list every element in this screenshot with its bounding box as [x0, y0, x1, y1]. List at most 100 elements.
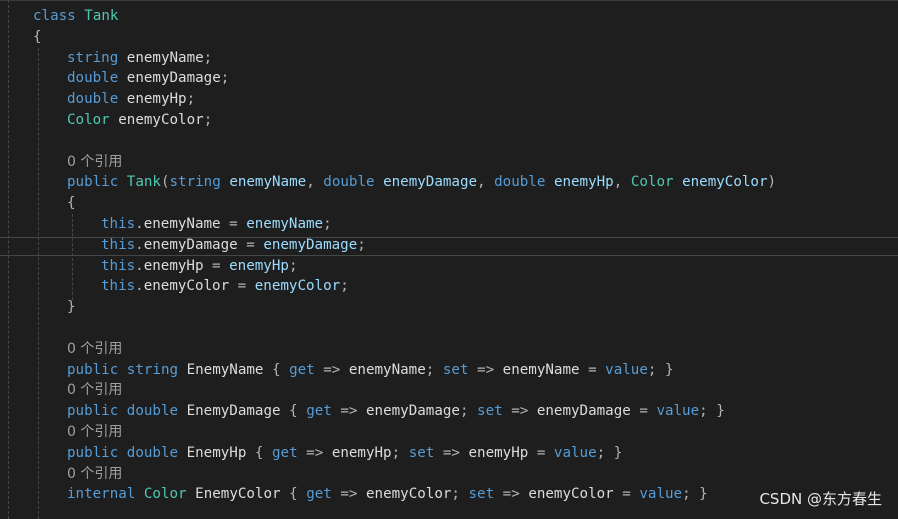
code-token: get	[306, 403, 332, 420]
code-token: enemyHp	[143, 257, 204, 274]
code-token: enemyColor	[528, 486, 614, 503]
code-token: enemyDamage	[383, 174, 478, 191]
code-token: enemyDamage	[263, 236, 358, 253]
code-token: enemyDamage	[365, 403, 460, 420]
code-token: {	[280, 486, 307, 503]
codelens-references[interactable]: 0 个引用	[67, 380, 122, 400]
code-line: }	[67, 297, 76, 317]
code-token: set	[468, 486, 495, 503]
indent-guide-class	[38, 48, 39, 519]
code-token: =	[203, 257, 230, 274]
code-token: EnemyColor	[195, 486, 281, 503]
code-token: =>	[331, 486, 366, 503]
code-token: ;	[391, 444, 409, 461]
code-token: ; }	[699, 403, 725, 420]
code-token: =>	[331, 403, 366, 420]
codelens-references[interactable]: 0 个引用	[67, 152, 122, 172]
indent-guide-constructor	[72, 214, 73, 300]
code-line: this.enemyDamage = enemyDamage;	[101, 235, 366, 255]
code-token: enemyDamage	[143, 236, 238, 253]
code-line: {	[33, 27, 42, 47]
code-token: enemyColor	[254, 278, 341, 295]
code-token: Color	[143, 486, 187, 503]
code-token: enemyName	[502, 361, 580, 378]
code-token: ; }	[682, 486, 708, 503]
code-token: .	[135, 236, 144, 253]
code-token: enemyDamage	[536, 403, 631, 420]
code-token: ,	[306, 174, 324, 191]
code-token: =>	[434, 444, 469, 461]
code-line: this.enemyColor = enemyColor;	[101, 276, 349, 296]
code-token: =	[613, 486, 640, 503]
code-token: public	[67, 361, 119, 378]
code-token: enemyColor	[366, 486, 452, 503]
code-line: public double EnemyHp { get => enemyHp ; …	[67, 443, 622, 463]
code-token: double	[126, 444, 179, 461]
codelens-references[interactable]: 0 个引用	[67, 464, 122, 484]
code-token: =	[630, 403, 657, 420]
code-token: string	[169, 174, 221, 191]
code-token: enemyColor	[118, 112, 204, 128]
code-token: enemyHp	[126, 91, 187, 108]
code-token: .	[135, 278, 144, 295]
code-line: this.enemyName = enemyName;	[101, 214, 332, 234]
code-token: value	[656, 403, 700, 420]
code-editor[interactable]: class Tank{string enemyName; double enemy…	[0, 0, 898, 519]
code-token: enemyName	[126, 49, 204, 66]
code-token: =>	[494, 486, 529, 503]
code-token: .	[135, 216, 144, 232]
code-token: class	[33, 8, 76, 24]
code-token: double	[323, 174, 375, 191]
code-line: double enemyDamage;	[67, 68, 229, 88]
code-token: enemyDamage	[126, 70, 221, 87]
code-token: ;	[220, 70, 230, 87]
code-token: =>	[314, 361, 349, 378]
code-token: {	[280, 403, 307, 420]
code-token: ;	[357, 236, 366, 253]
code-token: public	[67, 444, 119, 461]
code-token: double	[67, 70, 119, 87]
code-token: {	[33, 28, 42, 45]
code-token: value	[553, 444, 597, 461]
code-token: this	[101, 216, 136, 232]
code-token: ;	[451, 486, 469, 503]
code-token: =>	[468, 361, 503, 378]
code-token: =	[528, 444, 554, 461]
code-token: (	[160, 174, 170, 191]
code-token: =	[229, 278, 255, 295]
codelens-references[interactable]: 0 个引用	[67, 422, 122, 442]
code-token: =	[579, 361, 606, 378]
code-token: )	[767, 174, 777, 191]
code-line: double enemyHp;	[67, 89, 195, 109]
code-token: this	[101, 257, 136, 274]
code-token: value	[605, 361, 648, 378]
code-token: ;	[323, 216, 332, 232]
code-token: string	[126, 361, 179, 378]
code-token: value	[639, 486, 683, 503]
code-token: ; }	[647, 361, 674, 378]
code-token: enemyName	[246, 216, 324, 232]
code-token: {	[246, 444, 273, 461]
code-token: Tank	[126, 174, 161, 191]
code-token: enemyHp	[229, 257, 289, 274]
code-token: ;	[186, 91, 196, 108]
codelens-references[interactable]: 0 个引用	[67, 339, 122, 359]
code-token: double	[494, 174, 546, 191]
code-token: string	[67, 49, 119, 66]
code-token: EnemyDamage	[186, 403, 281, 420]
code-token: public	[67, 403, 119, 420]
code-line: Color enemyColor;	[67, 110, 212, 130]
code-token: EnemyHp	[186, 444, 247, 461]
code-token: set	[442, 361, 469, 378]
